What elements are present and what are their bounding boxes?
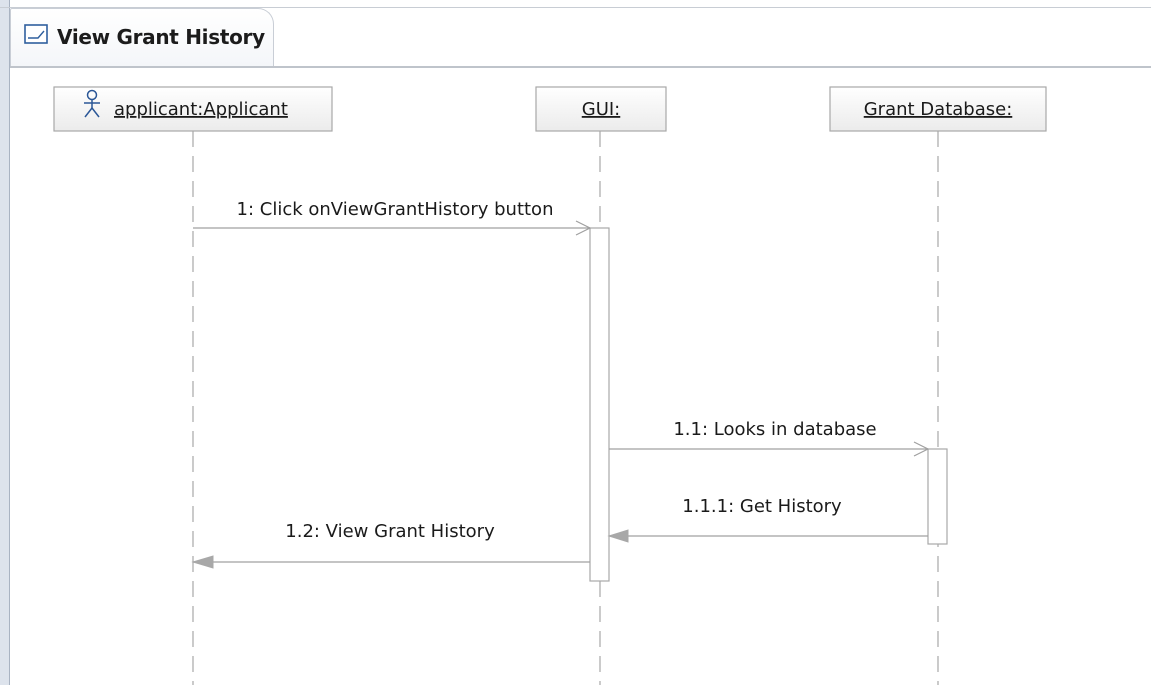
lifeline-db-label: Grant Database:	[864, 99, 1013, 120]
lifeline-gui[interactable]: GUI:	[535, 86, 667, 132]
message-1-1-1-label: 1.1.1: Get History	[682, 496, 842, 517]
message-1-1[interactable]: 1.1: Looks in database	[609, 419, 930, 457]
diagram-editor: View Grant History applicant:Applicant G…	[0, 0, 1151, 685]
lifeline-applicant-label: applicant:Applicant	[114, 99, 288, 120]
message-1-label: 1: Click onViewGrantHistory button	[237, 199, 554, 220]
lifeline-applicant[interactable]: applicant:Applicant	[53, 86, 333, 132]
lifeline-db[interactable]: Grant Database:	[829, 86, 1047, 132]
sequence-diagram-canvas: applicant:Applicant GUI: Grant Database:…	[53, 86, 1047, 685]
message-1-2[interactable]: 1.2: View Grant History	[191, 521, 590, 569]
message-1-2-label: 1.2: View Grant History	[285, 521, 495, 542]
lifeline-gui-label: GUI:	[582, 99, 621, 120]
activation-bar-db[interactable]	[927, 448, 948, 545]
message-1-1-label: 1.1: Looks in database	[673, 419, 876, 440]
activation-bar-gui[interactable]	[589, 227, 610, 582]
message-1-1-1[interactable]: 1.1.1: Get History	[607, 496, 928, 543]
message-1[interactable]: 1: Click onViewGrantHistory button	[193, 199, 592, 236]
